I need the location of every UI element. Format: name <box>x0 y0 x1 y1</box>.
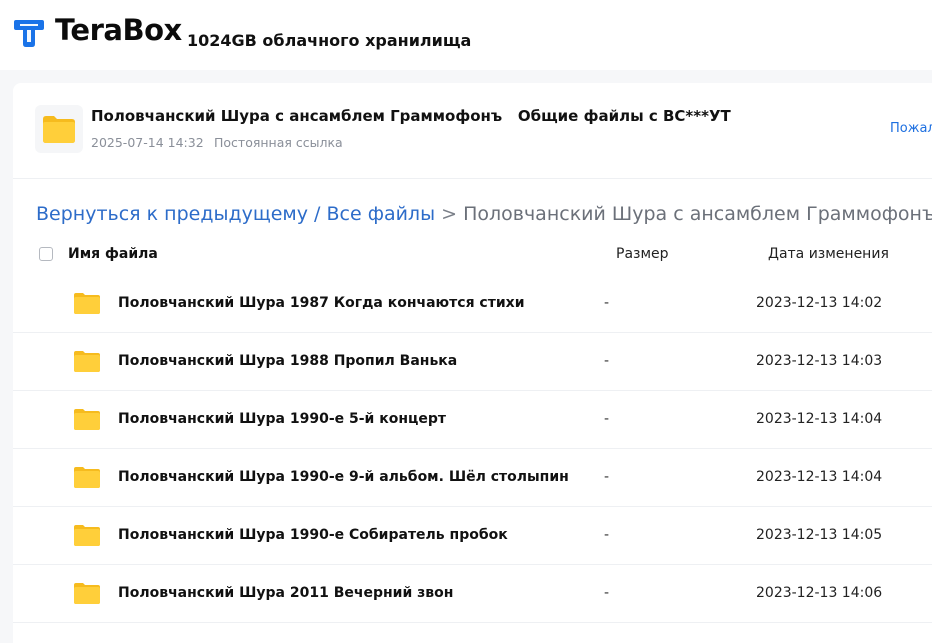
terabox-logo-icon[interactable] <box>12 16 46 50</box>
share-header: Половчанский Шура с ансамблем Граммофонъ… <box>13 83 932 179</box>
file-size: - <box>604 295 610 311</box>
file-size: - <box>604 411 610 427</box>
table-row[interactable]: Половчанский Шура 1990-е 5-й концерт - 2… <box>13 391 932 449</box>
folder-icon <box>43 116 75 143</box>
folder-icon <box>74 467 100 488</box>
column-header-name[interactable]: Имя файла <box>68 246 158 262</box>
table-row[interactable]: Половчанский Шура 2011 Вечерний звон - 2… <box>13 565 932 623</box>
file-name[interactable]: Половчанский Шура 1990-е 5-й концерт <box>118 411 446 427</box>
breadcrumb-separator: > <box>435 203 464 225</box>
select-all-checkbox[interactable] <box>39 247 53 261</box>
table-row[interactable]: Половчанский Шура 1987 Когда кончаются с… <box>13 275 932 333</box>
folder-icon <box>74 351 100 372</box>
file-list: Половчанский Шура 1987 Когда кончаются с… <box>13 275 932 623</box>
table-row[interactable]: Половчанский Шура 1990-е 9-й альбом. Шёл… <box>13 449 932 507</box>
folder-icon <box>74 293 100 314</box>
breadcrumb: Вернуться к предыдущему / Все файлы > По… <box>36 203 932 225</box>
storage-tagline: 1024GB облачного хранилища <box>187 31 472 50</box>
top-bar: TeraBox 1024GB облачного хранилища <box>0 0 932 70</box>
file-date: 2023-12-13 14:06 <box>756 585 883 601</box>
column-header-size[interactable]: Размер <box>616 246 669 262</box>
folder-icon <box>74 409 100 430</box>
file-size: - <box>604 353 610 369</box>
column-header-date[interactable]: Дата изменения <box>768 246 889 262</box>
share-title: Половчанский Шура с ансамблем Граммофонъ… <box>91 107 731 125</box>
share-card: Половчанский Шура с ансамблем Граммофонъ… <box>13 83 932 643</box>
file-name[interactable]: Половчанский Шура 1990-е 9-й альбом. Шёл… <box>118 469 569 485</box>
table-header: Имя файла Размер Дата изменения <box>13 235 932 275</box>
share-folder-icon-box <box>35 105 83 153</box>
permalink-label: Постоянная ссылка <box>214 135 343 150</box>
file-name[interactable]: Половчанский Шура 1987 Когда кончаются с… <box>118 295 525 311</box>
table-row[interactable]: Половчанский Шура 1988 Пропил Ванька - 2… <box>13 333 932 391</box>
file-name[interactable]: Половчанский Шура 2011 Вечерний звон <box>118 585 453 601</box>
file-date: 2023-12-13 14:04 <box>756 469 883 485</box>
report-link[interactable]: Пожаловаться <box>890 121 932 136</box>
file-date: 2023-12-13 14:02 <box>756 295 883 311</box>
file-name[interactable]: Половчанский Шура 1988 Пропил Ванька <box>118 353 457 369</box>
breadcrumb-back-link[interactable]: Вернуться к предыдущему / Все файлы <box>36 203 435 225</box>
file-date: 2023-12-13 14:04 <box>756 411 883 427</box>
file-size: - <box>604 469 610 485</box>
table-row[interactable]: Половчанский Шура 1990-е Собиратель проб… <box>13 507 932 565</box>
file-date: 2023-12-13 14:05 <box>756 527 883 543</box>
file-size: - <box>604 585 610 601</box>
folder-icon <box>74 525 100 546</box>
file-name[interactable]: Половчанский Шура 1990-е Собиратель проб… <box>118 527 508 543</box>
share-date: 2025-07-14 14:32 <box>91 135 204 150</box>
breadcrumb-current: Половчанский Шура с ансамблем Граммофонъ <box>463 203 932 225</box>
logo-text[interactable]: TeraBox <box>55 13 182 47</box>
file-date: 2023-12-13 14:03 <box>756 353 883 369</box>
file-size: - <box>604 527 610 543</box>
folder-icon <box>74 583 100 604</box>
